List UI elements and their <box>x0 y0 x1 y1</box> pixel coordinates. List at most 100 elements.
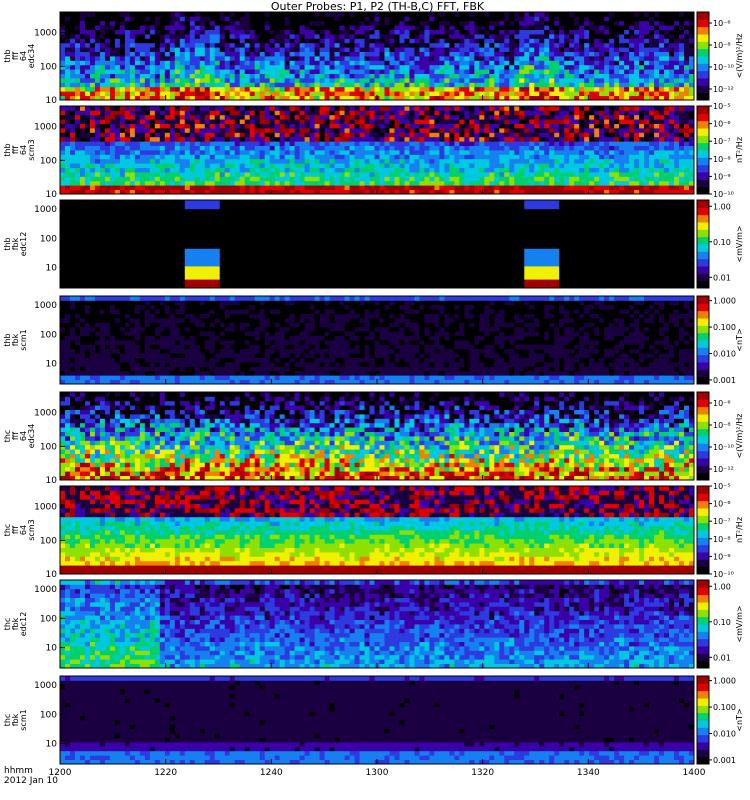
spectrogram-cell <box>424 86 430 92</box>
spectrogram-cell <box>634 145 640 151</box>
spectrogram-cell <box>589 185 595 190</box>
spectrogram-cell <box>519 20 525 26</box>
spectrogram-cell <box>614 141 620 146</box>
spectrogram-cell <box>334 106 340 111</box>
spectrogram-cell <box>604 51 610 57</box>
spectrogram-cell <box>294 176 301 182</box>
spectrogram-cell <box>364 136 370 142</box>
spectrogram-cell <box>214 128 221 133</box>
spectrogram-cell <box>274 163 281 168</box>
spectrogram-cell <box>99 110 106 116</box>
spectrogram-cell <box>224 145 231 151</box>
spectrogram-cell <box>629 150 635 155</box>
spectrogram-cell <box>479 91 485 96</box>
spectrogram-cell <box>534 136 540 142</box>
spectrogram-cell <box>249 12 256 17</box>
spectrogram-cell <box>534 64 540 70</box>
spectrogram-cell <box>219 25 226 30</box>
spectrogram-cell <box>64 42 71 48</box>
spectrogram-cell <box>219 185 226 190</box>
spectrogram-cell <box>144 20 151 26</box>
spectrogram-cell <box>269 86 276 92</box>
spectrogram-cell <box>634 106 640 111</box>
spectrogram-cell <box>434 128 440 133</box>
spectrogram-cell <box>419 167 425 173</box>
spectrogram-cell <box>164 51 171 57</box>
spectrogram-cell <box>329 64 335 70</box>
spectrogram-cell <box>204 34 211 39</box>
spectrogram-cell <box>204 51 211 57</box>
colorbar-tick-label: 10⁻⁸ <box>713 41 731 50</box>
spectrogram-cell <box>349 73 355 79</box>
spectrogram-cell <box>269 78 276 83</box>
spectrogram-cell <box>244 119 251 124</box>
spectrogram-cell <box>574 60 580 66</box>
spectrogram-cell <box>269 29 276 35</box>
spectrogram-cell <box>89 158 96 164</box>
spectrogram-cell <box>134 29 141 35</box>
spectrogram-cell <box>124 158 131 164</box>
spectrogram-cell <box>469 34 475 39</box>
spectrogram-cell <box>259 167 266 173</box>
spectrogram-cell <box>204 141 211 146</box>
spectrogram-cell <box>309 42 315 48</box>
spectrogram-cell <box>634 56 640 61</box>
spectrogram-cell <box>464 106 470 111</box>
spectrogram-cell <box>284 64 291 70</box>
spectrogram-cell <box>444 106 450 111</box>
spectrogram-cell <box>204 128 211 133</box>
spectrogram-cell <box>484 119 490 124</box>
spectrogram-cell <box>504 119 510 124</box>
spectrogram-cell <box>304 73 310 79</box>
spectrogram-cell <box>389 114 395 120</box>
spectrogram-cell <box>314 172 320 177</box>
spectrogram-cell <box>474 119 480 124</box>
spectrogram-cell <box>599 60 605 66</box>
spectrogram-cell <box>144 69 151 74</box>
spectrogram-cell <box>149 34 156 39</box>
spectrogram-cell <box>439 172 445 177</box>
spectrogram-cell <box>559 128 565 133</box>
spectrogram-cell <box>289 119 296 124</box>
spectrogram-cell <box>79 185 86 190</box>
spectrogram-cell <box>414 25 420 30</box>
spectrogram-cell <box>279 73 286 79</box>
spectrogram-cell <box>459 56 465 61</box>
spectrogram-cell <box>659 132 665 138</box>
spectrogram-cell <box>549 12 555 17</box>
spectrogram-cell <box>624 56 630 61</box>
spectrogram-cell <box>339 51 345 57</box>
spectrogram-cell <box>599 128 605 133</box>
spectrogram-cell <box>269 128 276 133</box>
spectrogram-cell <box>414 42 420 48</box>
spectrogram-cell <box>119 69 126 74</box>
spectrogram-cell <box>64 12 71 17</box>
spectrogram-cell <box>619 167 625 173</box>
spectrogram-cell <box>589 29 595 35</box>
spectrogram-cell <box>304 51 310 57</box>
spectrogram-cell <box>404 145 410 151</box>
spectrogram-cell <box>249 106 256 111</box>
spectrogram-cell <box>629 47 635 52</box>
spectrogram-cell <box>319 47 325 52</box>
spectrogram-cell <box>209 78 216 83</box>
spectrogram-cell <box>439 180 445 186</box>
spectrogram-cell <box>74 56 81 61</box>
spectrogram-cell <box>224 60 231 66</box>
spectrogram-cell <box>114 176 121 182</box>
spectrogram-cell <box>524 60 530 66</box>
spectrogram-cell <box>534 82 540 88</box>
spectrogram-cell <box>494 20 500 26</box>
spectrogram-cell <box>94 20 101 26</box>
spectrogram-cell <box>424 158 430 164</box>
spectrogram-cell <box>529 176 535 182</box>
spectrogram-cell <box>174 167 181 173</box>
spectrogram-cell <box>99 136 106 142</box>
spectrogram-cell <box>604 128 610 133</box>
spectrogram-cell <box>174 123 181 129</box>
spectrogram-cell <box>414 12 420 17</box>
spectrogram-cell <box>499 60 505 66</box>
spectrogram-cell <box>89 47 96 52</box>
spectrogram-cell <box>109 154 116 160</box>
spectrogram-cell <box>209 82 216 88</box>
